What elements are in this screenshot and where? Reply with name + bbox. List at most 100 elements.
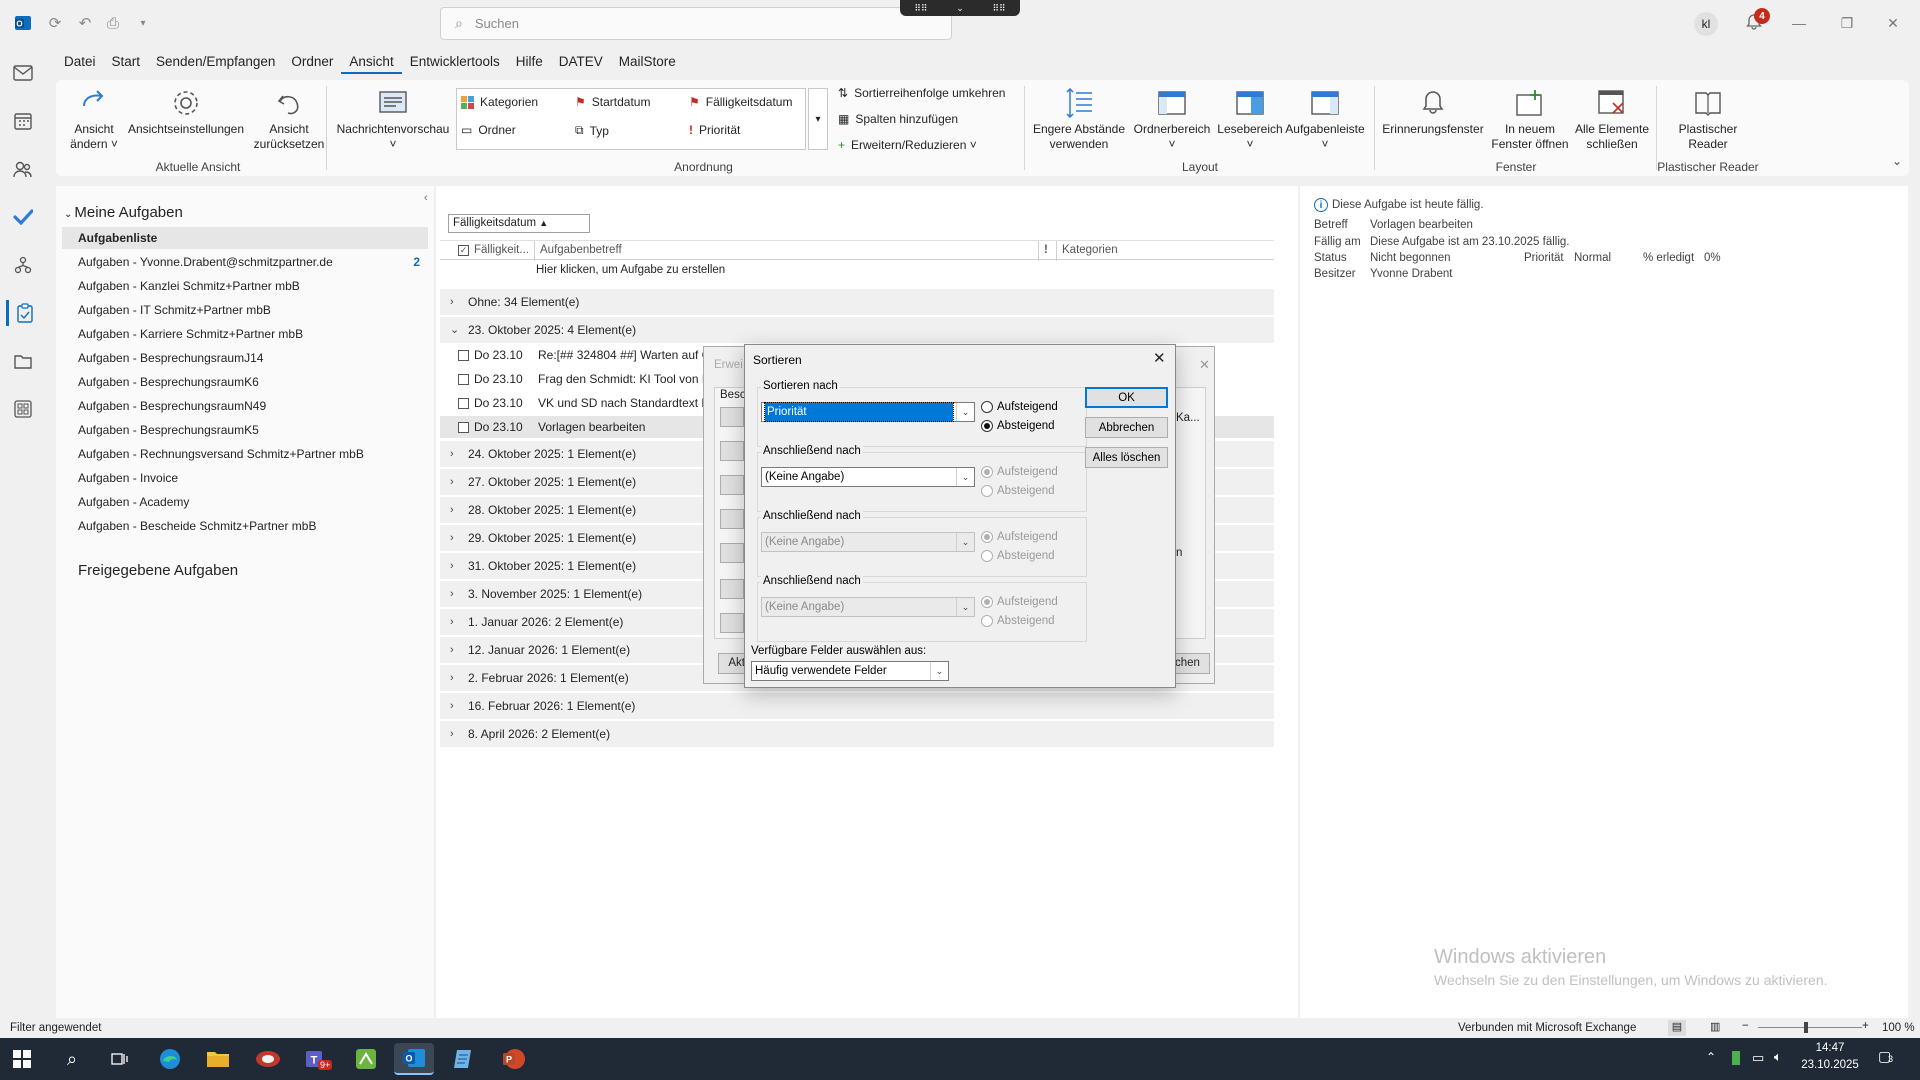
reminders-window-button[interactable]: Erinnerungsfenster <box>1378 84 1488 137</box>
reset-view-button[interactable]: Ansicht zurücksetzen <box>248 84 330 152</box>
bg-dialog-close-icon[interactable]: ✕ <box>1199 357 1210 373</box>
tighter-spacing-button[interactable]: Engere Abstände verwenden <box>1030 84 1128 152</box>
normal-view-icon[interactable]: ▤ <box>1668 1020 1686 1036</box>
reading-view-icon[interactable]: ▥ <box>1710 1020 1720 1033</box>
shared-tasks-header[interactable]: Freigegebene Aufgaben <box>78 562 238 579</box>
nav-item-raum-n49[interactable]: Aufgaben - BesprechungsraumN49 <box>78 395 428 417</box>
available-fields-select[interactable]: Häufig verwendete Felder ⌄ <box>751 661 949 681</box>
reverse-sort-button[interactable]: ⇅ Sortierreihenfolge umkehren <box>838 86 1005 100</box>
open-new-window-button[interactable]: In neuem Fenster öffnen <box>1488 84 1572 152</box>
search-icon[interactable]: ⌕ <box>52 1043 92 1075</box>
group-date[interactable]: › 8. April 2026: 2 Element(e) <box>440 721 1274 747</box>
volume-icon[interactable]: 🔈︎ <box>1774 1049 1782 1065</box>
minimize-button[interactable]: — <box>1786 12 1812 34</box>
folder-pane-button[interactable]: Ordnerbereich ˅ <box>1130 84 1214 152</box>
zoom-out-button[interactable]: − <box>1742 1020 1749 1032</box>
gallery-more-button[interactable]: ▾ <box>808 88 828 150</box>
reading-pane-button[interactable]: Lesebereich ˅ <box>1214 84 1286 152</box>
clock-time[interactable]: 14:47 <box>1790 1042 1870 1054</box>
group-ohne[interactable]: › Ohne: 34 Element(e) <box>440 289 1274 315</box>
then-by-select-1[interactable]: (Keine Angabe) ⌄ <box>761 467 975 487</box>
column-kategorien[interactable]: Kategorien <box>1062 244 1118 256</box>
nav-item-invoice[interactable]: Aufgaben - Invoice <box>78 467 428 489</box>
teams-icon[interactable]: T 9+ <box>296 1043 336 1075</box>
arrange-kategorien[interactable]: Kategorien <box>461 95 538 109</box>
sort4-descending-radio[interactable]: Absteigend <box>981 615 1055 627</box>
file-explorer-icon[interactable] <box>198 1043 238 1075</box>
nav-item-raum-k5[interactable]: Aufgaben - BesprechungsraumK5 <box>78 419 428 441</box>
ok-button[interactable]: OK <box>1085 387 1168 408</box>
task-checkbox[interactable] <box>458 374 469 385</box>
task-view-icon[interactable] <box>100 1043 140 1075</box>
arrange-faelligkeitsdatum[interactable]: ⚑ Fälligkeitsdatum <box>689 95 792 109</box>
nav-item-bescheide[interactable]: Aufgaben - Bescheide Schmitz+Partner mbB <box>78 515 428 537</box>
arrange-startdatum[interactable]: ⚑ Startdatum <box>575 95 650 109</box>
arrange-typ[interactable]: ⧉ Typ <box>575 123 609 138</box>
bg-dialog-button[interactable] <box>720 407 744 427</box>
sort2-ascending-radio[interactable]: Aufsteigend <box>981 466 1058 478</box>
immersive-reader-button[interactable]: Plastischer Reader <box>1660 84 1756 152</box>
nav-item-academy[interactable]: Aufgaben - Academy <box>78 491 428 513</box>
edge-icon[interactable] <box>150 1043 190 1075</box>
sort1-descending-radio[interactable]: Absteigend <box>981 420 1055 432</box>
nav-item-it[interactable]: Aufgaben - IT Schmitz+Partner mbB <box>78 299 428 321</box>
search-box[interactable]: ⌕ Suchen <box>440 7 952 40</box>
nav-item-kanzlei[interactable]: Aufgaben - Kanzlei Schmitz+Partner mbB <box>78 275 428 297</box>
nav-item-raum-j14[interactable]: Aufgaben - BesprechungsraumJ14 <box>78 347 428 369</box>
cancel-button[interactable]: Abbrechen <box>1085 417 1168 438</box>
arrange-prioritaet[interactable]: ! Priorität <box>689 123 740 137</box>
tray-chevron-icon[interactable]: ⌃ <box>1706 1050 1716 1064</box>
mail-icon[interactable] <box>10 60 36 86</box>
maximize-button[interactable]: ❐ <box>1834 12 1860 34</box>
notification-center-icon[interactable]: ▢ 3 <box>1878 1048 1900 1068</box>
zoom-in-button[interactable]: + <box>1862 1020 1869 1032</box>
collapse-pane-icon[interactable]: ‹ <box>424 192 428 204</box>
sort-by-select[interactable]: Priorität ⌄ <box>761 402 975 422</box>
change-view-button[interactable]: Ansicht ändern ˅ <box>66 84 122 152</box>
bg-dialog-button[interactable] <box>720 579 744 599</box>
bg-dialog-button[interactable] <box>720 441 744 461</box>
view-settings-button[interactable]: Ansichtseinstellungen <box>126 84 246 137</box>
menu-start[interactable]: Start <box>104 52 149 74</box>
tray-battery-icon[interactable] <box>1732 1051 1740 1065</box>
people-icon[interactable] <box>10 156 36 182</box>
windows-start-icon[interactable] <box>2 1043 42 1075</box>
bg-dialog-button[interactable] <box>720 475 744 495</box>
menu-senden-empfangen[interactable]: Senden/Empfangen <box>148 52 283 74</box>
calendar-icon[interactable] <box>10 108 36 134</box>
group-23-oktober[interactable]: ⌄ 23. Oktober 2025: 4 Element(e) <box>440 317 1274 343</box>
my-tasks-header[interactable]: ⌄ Meine Aufgaben <box>64 204 183 221</box>
menu-ansicht[interactable]: Ansicht <box>341 52 402 74</box>
task-checkbox[interactable] <box>458 422 469 433</box>
close-all-items-button[interactable]: Alle Elemente schließen <box>1570 84 1654 152</box>
ribbon-collapse-icon[interactable]: ⌄ <box>1892 154 1902 168</box>
sort2-descending-radio[interactable]: Absteigend <box>981 485 1055 497</box>
menu-datei[interactable]: Datei <box>56 52 104 74</box>
nav-item-rechnungsversand[interactable]: Aufgaben - Rechnungsversand Schmitz+Part… <box>78 443 428 465</box>
app-icon-green[interactable] <box>346 1043 386 1075</box>
clear-all-button[interactable]: Alles löschen <box>1085 447 1168 468</box>
folder-icon[interactable] <box>10 348 36 374</box>
new-task-row[interactable]: Hier klicken, um Aufgabe zu erstellen <box>536 264 725 276</box>
snap-bar[interactable]: ⠿⠿ ⌄ ⠿⠿ <box>900 0 1020 16</box>
print-icon[interactable]: ⎙ <box>102 12 124 34</box>
task-checkbox[interactable] <box>458 398 469 409</box>
nav-item-aufgabenliste[interactable]: Aufgabenliste <box>62 227 428 249</box>
clock-date[interactable]: 23.10.2025 <box>1790 1059 1870 1071</box>
org-explorer-icon[interactable] <box>10 252 36 278</box>
zoom-slider[interactable] <box>1758 1027 1862 1028</box>
sort-field-box[interactable]: Fälligkeitsdatum ▲ <box>448 214 590 233</box>
sort3-descending-radio[interactable]: Absteigend <box>981 550 1055 562</box>
menu-mailstore[interactable]: MailStore <box>611 52 684 74</box>
message-preview-button[interactable]: Nachrichtenvorschau ˅ <box>336 84 450 152</box>
network-icon[interactable]: ▭ <box>1752 1050 1764 1066</box>
menu-entwicklertools[interactable]: Entwicklertools <box>402 52 508 74</box>
menu-ordner[interactable]: Ordner <box>283 52 341 74</box>
then-by-select-3[interactable]: (Keine Angabe) ⌄ <box>761 597 975 617</box>
outlook-taskbar-icon[interactable]: O <box>394 1043 434 1075</box>
nav-item-karriere[interactable]: Aufgaben - Karriere Schmitz+Partner mbB <box>78 323 428 345</box>
app-icon-red[interactable] <box>248 1043 288 1075</box>
column-faelligkeit[interactable]: Fälligkeit... <box>474 244 529 256</box>
todo-icon[interactable] <box>10 204 36 230</box>
bg-dialog-button[interactable] <box>720 543 744 563</box>
